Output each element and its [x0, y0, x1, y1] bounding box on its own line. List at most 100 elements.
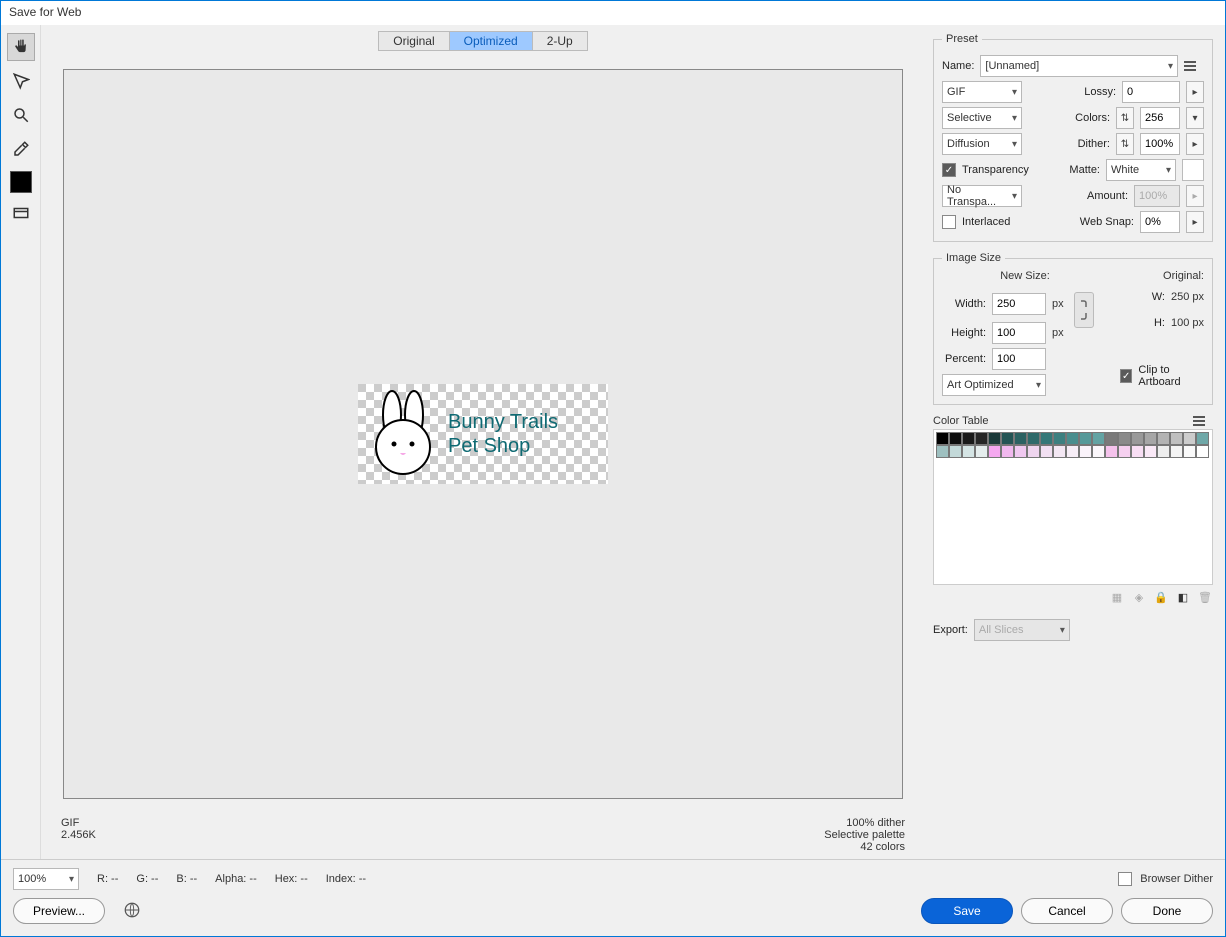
dither-input[interactable]: [1140, 133, 1180, 155]
preview-button[interactable]: Preview...: [13, 898, 105, 924]
slice-visibility-icon[interactable]: [7, 199, 35, 227]
color-swatch[interactable]: [1196, 432, 1209, 445]
hand-tool[interactable]: [7, 33, 35, 61]
transparency-dither-select[interactable]: No Transpa...: [942, 185, 1022, 207]
color-swatch[interactable]: [1079, 432, 1092, 445]
color-swatch[interactable]: [1144, 432, 1157, 445]
color-swatch[interactable]: [1027, 445, 1040, 458]
reduction-select[interactable]: Selective: [942, 107, 1022, 129]
clip-artboard-checkbox[interactable]: ✓: [1120, 369, 1132, 383]
colors-dropdown[interactable]: ▾: [1186, 107, 1204, 129]
delete-color-icon[interactable]: 🗑: [1197, 589, 1213, 605]
interlaced-checkbox[interactable]: [942, 215, 956, 229]
tool-strip: [1, 25, 41, 859]
color-swatch[interactable]: [975, 445, 988, 458]
color-swatch[interactable]: [1170, 445, 1183, 458]
color-swatch[interactable]: [1040, 445, 1053, 458]
color-swatch[interactable]: [1170, 432, 1183, 445]
color-swatch[interactable]: [975, 432, 988, 445]
cancel-button[interactable]: Cancel: [1021, 898, 1113, 924]
color-swatch[interactable]: [1053, 445, 1066, 458]
zoom-select[interactable]: 100%: [13, 868, 79, 890]
dither-stepper[interactable]: ⇅: [1116, 133, 1134, 155]
websnap-input[interactable]: [1140, 211, 1180, 233]
dither-more-button[interactable]: ▸: [1186, 133, 1204, 155]
websnap-more-button[interactable]: ▸: [1186, 211, 1204, 233]
color-swatch[interactable]: [1105, 432, 1118, 445]
browser-preview-icon[interactable]: [123, 901, 141, 922]
lossy-more-button[interactable]: ▸: [1186, 81, 1204, 103]
height-input[interactable]: [992, 322, 1046, 344]
color-swatch[interactable]: [1131, 445, 1144, 458]
new-color-icon[interactable]: ◧: [1175, 589, 1191, 605]
tab-original[interactable]: Original: [378, 31, 449, 51]
clip-artboard-label: Clip to Artboard: [1138, 364, 1204, 388]
colors-stepper[interactable]: ⇅: [1116, 107, 1134, 129]
color-swatch[interactable]: [1092, 445, 1105, 458]
logo-text-line1: Bunny Trails: [448, 411, 558, 433]
color-swatch[interactable]: [1157, 432, 1170, 445]
matte-swatch[interactable]: [1182, 159, 1204, 181]
color-swatch[interactable]: [1144, 445, 1157, 458]
color-swatch[interactable]: [1040, 432, 1053, 445]
artboard: Bunny Trails Pet Shop: [358, 384, 608, 484]
map-transparent-icon[interactable]: ◈: [1131, 589, 1147, 605]
footer-format: GIF: [61, 817, 96, 829]
preview-canvas[interactable]: Bunny Trails Pet Shop: [63, 69, 903, 799]
color-swatch[interactable]: [936, 445, 949, 458]
save-button[interactable]: Save: [921, 898, 1013, 924]
color-table-menu-icon[interactable]: [1193, 416, 1213, 426]
color-swatch[interactable]: [949, 445, 962, 458]
color-swatch[interactable]: [1053, 432, 1066, 445]
quality-select[interactable]: Art Optimized: [942, 374, 1046, 396]
transparency-checkbox[interactable]: ✓: [942, 163, 956, 177]
format-select[interactable]: GIF: [942, 81, 1022, 103]
zoom-tool[interactable]: [7, 101, 35, 129]
name-select[interactable]: [Unnamed]: [980, 55, 1178, 77]
color-swatch[interactable]: [949, 432, 962, 445]
color-swatch[interactable]: [936, 432, 949, 445]
snap-web-icon[interactable]: ▦: [1109, 589, 1125, 605]
width-input[interactable]: [992, 293, 1046, 315]
lossy-input[interactable]: [1122, 81, 1180, 103]
color-swatch[interactable]: [1014, 432, 1027, 445]
color-swatch[interactable]: [1118, 432, 1131, 445]
slice-select-tool[interactable]: [7, 67, 35, 95]
view-tabs: Original Optimized 2-Up: [41, 31, 925, 51]
window-title: Save for Web: [1, 1, 1225, 25]
color-swatch[interactable]: [1027, 432, 1040, 445]
color-swatch[interactable]: [1183, 432, 1196, 445]
color-swatch[interactable]: [1183, 445, 1196, 458]
color-swatch[interactable]: [1001, 445, 1014, 458]
eyedropper-tool[interactable]: [7, 135, 35, 163]
browser-dither-checkbox[interactable]: [1118, 872, 1132, 886]
percent-input[interactable]: [992, 348, 1046, 370]
color-swatch[interactable]: [1066, 445, 1079, 458]
tab-optimized[interactable]: Optimized: [450, 31, 533, 51]
color-swatch[interactable]: [1066, 432, 1079, 445]
preset-menu-icon[interactable]: [1184, 61, 1204, 71]
lock-color-icon[interactable]: 🔒: [1153, 589, 1169, 605]
link-icon[interactable]: [1074, 292, 1094, 328]
color-table-grid[interactable]: [933, 429, 1213, 585]
color-swatch[interactable]: [1105, 445, 1118, 458]
amount-label: Amount:: [1074, 190, 1128, 202]
done-button[interactable]: Done: [1121, 898, 1213, 924]
color-swatch[interactable]: [1157, 445, 1170, 458]
eyedropper-color-swatch[interactable]: [10, 171, 32, 193]
color-swatch[interactable]: [962, 432, 975, 445]
matte-select[interactable]: White: [1106, 159, 1176, 181]
color-swatch[interactable]: [988, 432, 1001, 445]
tab-2up[interactable]: 2-Up: [533, 31, 588, 51]
color-swatch[interactable]: [1131, 432, 1144, 445]
colors-input[interactable]: [1140, 107, 1180, 129]
color-swatch[interactable]: [1014, 445, 1027, 458]
color-swatch[interactable]: [1092, 432, 1105, 445]
color-swatch[interactable]: [1079, 445, 1092, 458]
color-swatch[interactable]: [962, 445, 975, 458]
color-swatch[interactable]: [1196, 445, 1209, 458]
color-swatch[interactable]: [1118, 445, 1131, 458]
color-swatch[interactable]: [1001, 432, 1014, 445]
dither-method-select[interactable]: Diffusion: [942, 133, 1022, 155]
color-swatch[interactable]: [988, 445, 1001, 458]
